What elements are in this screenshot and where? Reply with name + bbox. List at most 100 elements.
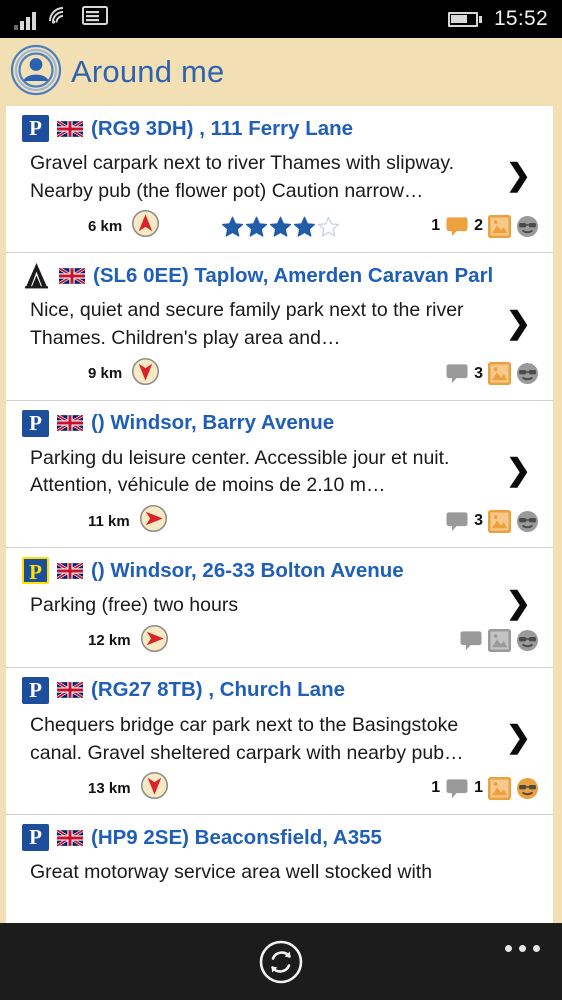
row-header: P () Windsor, Barry Avenue xyxy=(6,409,553,437)
row-meta: 9 km 3 xyxy=(6,353,553,400)
photo-count: 3 xyxy=(474,512,483,530)
arrow-down-icon[interactable] xyxy=(131,357,160,386)
sim-card-icon xyxy=(82,6,108,30)
distance-label: 11 km xyxy=(88,512,130,530)
arrow-right-icon[interactable] xyxy=(139,504,168,533)
rating-star-icon xyxy=(294,216,316,237)
chevron-right-icon[interactable]: ❯ xyxy=(506,589,531,619)
uk-flag-icon xyxy=(57,829,83,846)
parking-badge-icon: P xyxy=(22,676,49,704)
distance-label: 12 km xyxy=(88,632,131,650)
row-icon-group: 12 xyxy=(431,214,539,238)
mood-smiley-sunglasses-icon[interactable] xyxy=(516,629,539,652)
photo-icon[interactable] xyxy=(488,776,511,800)
row-icon-group: 3 xyxy=(445,362,539,386)
photo-icon[interactable] xyxy=(488,509,511,533)
row-meta: 13 km 1 1 xyxy=(6,767,553,814)
rating-star-icon xyxy=(222,216,244,237)
status-clock: 15:52 xyxy=(493,7,548,30)
comment-bubble-icon[interactable] xyxy=(445,363,469,384)
poi-title: () Windsor, 26-33 Bolton Avenue xyxy=(91,558,404,582)
list-item[interactable]: P () Windsor, 26-33 Bolton Avenue Parking … xyxy=(6,547,553,667)
list-item[interactable]: P (HP9 2SE) Beaconsfield, A355 Great motor… xyxy=(6,814,553,887)
poi-description: Nice, quiet and secure family park next … xyxy=(30,299,464,350)
mood-smiley-sunglasses-icon[interactable] xyxy=(516,510,539,533)
row-header: P () Windsor, 26-33 Bolton Avenue xyxy=(6,557,553,585)
arrow-down-icon[interactable] xyxy=(140,771,169,800)
photo-icon[interactable] xyxy=(488,214,511,238)
parking-badge-icon: P xyxy=(22,115,49,142)
rating-stars xyxy=(221,215,340,238)
arrow-right-icon[interactable] xyxy=(140,624,169,653)
chevron-right-icon[interactable]: ❯ xyxy=(506,161,531,191)
comment-count: 1 xyxy=(431,217,441,235)
poi-title: (HP9 2SE) Beaconsfield, A355 xyxy=(91,825,382,849)
row-icon-group xyxy=(459,629,539,653)
phone-screen: 15:52 Around me P (RG9 3DH) , 111 Ferry L… xyxy=(0,0,562,1000)
row-meta: 12 km xyxy=(6,620,553,667)
photo-icon[interactable] xyxy=(488,362,511,386)
photo-icon[interactable] xyxy=(488,629,511,653)
rating-star-icon xyxy=(318,216,340,237)
row-header: (SL6 0EE) Taplow, Amerden Caravan Parl xyxy=(6,262,553,289)
row-meta: 11 km 3 xyxy=(6,500,553,547)
poi-list[interactable]: P (RG9 3DH) , 111 Ferry Lane Gravel carpar… xyxy=(6,106,553,923)
poi-description: Chequers bridge car park next to the Bas… xyxy=(30,713,464,764)
uk-flag-icon xyxy=(57,120,83,137)
status-bar: 15:52 xyxy=(0,0,562,38)
battery-icon xyxy=(447,11,482,27)
poi-description: Parking (free) two hours xyxy=(30,594,239,617)
signal-bars-icon xyxy=(14,12,36,30)
mood-smiley-sunglasses-icon[interactable] xyxy=(516,777,539,800)
comment-bubble-icon[interactable] xyxy=(445,511,469,532)
parking-badge-icon: P xyxy=(22,557,49,585)
row-header: P (RG27 8TB) , Church Lane xyxy=(6,676,553,704)
poi-title: (SL6 0EE) Taplow, Amerden Caravan Parl xyxy=(93,263,494,287)
chevron-right-icon[interactable]: ❯ xyxy=(506,723,531,753)
poi-title: (RG27 8TB) , Church Lane xyxy=(91,678,346,702)
rating-star-icon xyxy=(270,216,292,237)
row-icon-group: 3 xyxy=(445,509,539,533)
uk-flag-icon xyxy=(59,267,85,284)
comment-bubble-icon[interactable] xyxy=(445,778,469,799)
distance-label: 9 km xyxy=(88,365,123,383)
more-ellipsis-icon[interactable] xyxy=(505,945,540,952)
comment-bubble-icon[interactable] xyxy=(459,630,483,651)
poi-title: () Windsor, Barry Avenue xyxy=(91,411,335,435)
distance-label: 13 km xyxy=(88,779,131,797)
page-title: Around me xyxy=(71,54,225,89)
parking-badge-icon: P xyxy=(22,824,49,852)
uk-flag-icon xyxy=(57,415,83,432)
status-left-group xyxy=(14,5,108,30)
status-right-group: 15:52 xyxy=(447,7,548,31)
photo-count: 1 xyxy=(474,779,483,797)
app-header: Around me xyxy=(0,38,562,106)
photo-count: 3 xyxy=(474,364,483,382)
list-item[interactable]: P (RG27 8TB) , Church Lane Chequers bridge… xyxy=(6,666,553,814)
arrow-up-icon[interactable] xyxy=(131,209,160,238)
bottom-app-bar xyxy=(0,923,562,1000)
poi-title: (RG9 3DH) , 111 Ferry Lane xyxy=(91,116,354,140)
rating-star-icon xyxy=(246,216,268,237)
list-item[interactable]: P (RG9 3DH) , 111 Ferry Lane Gravel carpar… xyxy=(6,106,553,252)
uk-flag-icon xyxy=(57,682,83,699)
list-item[interactable]: (SL6 0EE) Taplow, Amerden Caravan Parl Ni… xyxy=(6,252,553,399)
around-me-person-radar-icon[interactable] xyxy=(10,44,62,101)
row-header: P (HP9 2SE) Beaconsfield, A355 xyxy=(6,824,553,852)
uk-flag-icon xyxy=(57,562,83,579)
parking-badge-icon: P xyxy=(22,409,49,437)
chevron-right-icon[interactable]: ❯ xyxy=(506,308,531,339)
refresh-sync-icon[interactable] xyxy=(258,939,304,985)
chevron-right-icon[interactable]: ❯ xyxy=(506,455,531,486)
photo-count: 2 xyxy=(474,217,483,235)
row-header: P (RG9 3DH) , 111 Ferry Lane xyxy=(6,115,553,142)
poi-description: Parking du leisure center. Accessible jo… xyxy=(30,446,450,497)
mood-smiley-sunglasses-icon[interactable] xyxy=(516,215,539,238)
comment-bubble-icon[interactable] xyxy=(445,216,469,237)
poi-description: Great motorway service area well stocked… xyxy=(30,861,433,884)
comment-count: 1 xyxy=(431,779,441,797)
list-item[interactable]: P () Windsor, Barry Avenue Parking du leis… xyxy=(6,399,553,547)
distance-label: 6 km xyxy=(88,217,123,235)
wifi-icon xyxy=(47,5,71,30)
mood-smiley-sunglasses-icon[interactable] xyxy=(516,362,539,385)
